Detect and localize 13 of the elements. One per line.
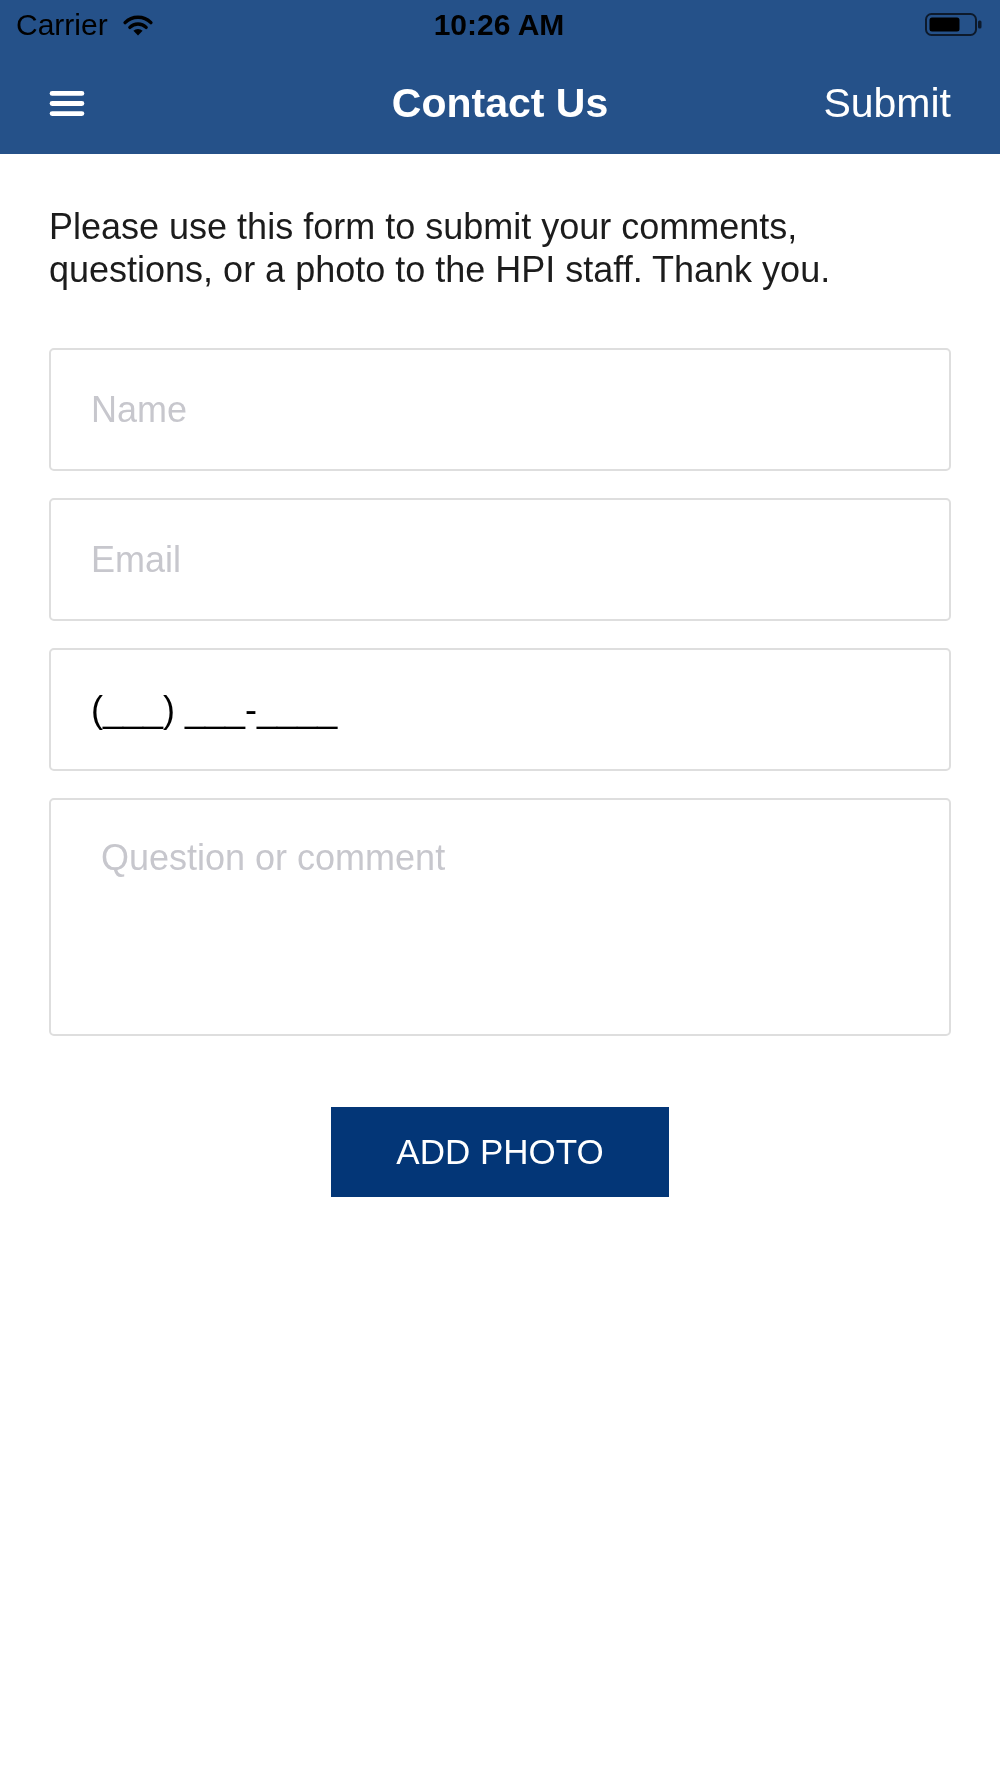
submit-button[interactable]: Submit xyxy=(823,78,951,129)
carrier-name: Carrier xyxy=(16,9,108,40)
battery-icon xyxy=(925,13,982,36)
add-photo-button[interactable]: ADD PHOTO xyxy=(331,1107,669,1197)
input-field[interactable]: (___) ___-____ xyxy=(49,648,951,771)
wifi-icon xyxy=(121,13,154,36)
menu-icon[interactable] xyxy=(49,91,85,116)
comment-field[interactable]: Question or comment xyxy=(49,798,951,1036)
clock-time: 10:26 AM xyxy=(433,9,565,40)
intro-text: Please use this form to submit your comments, questions, or a photo to the HPI staff. Thank you. xyxy=(49,205,832,291)
input-field[interactable]: Name xyxy=(49,348,951,471)
input-field[interactable]: Email xyxy=(49,498,951,621)
page-title: Contact Us xyxy=(391,78,609,128)
